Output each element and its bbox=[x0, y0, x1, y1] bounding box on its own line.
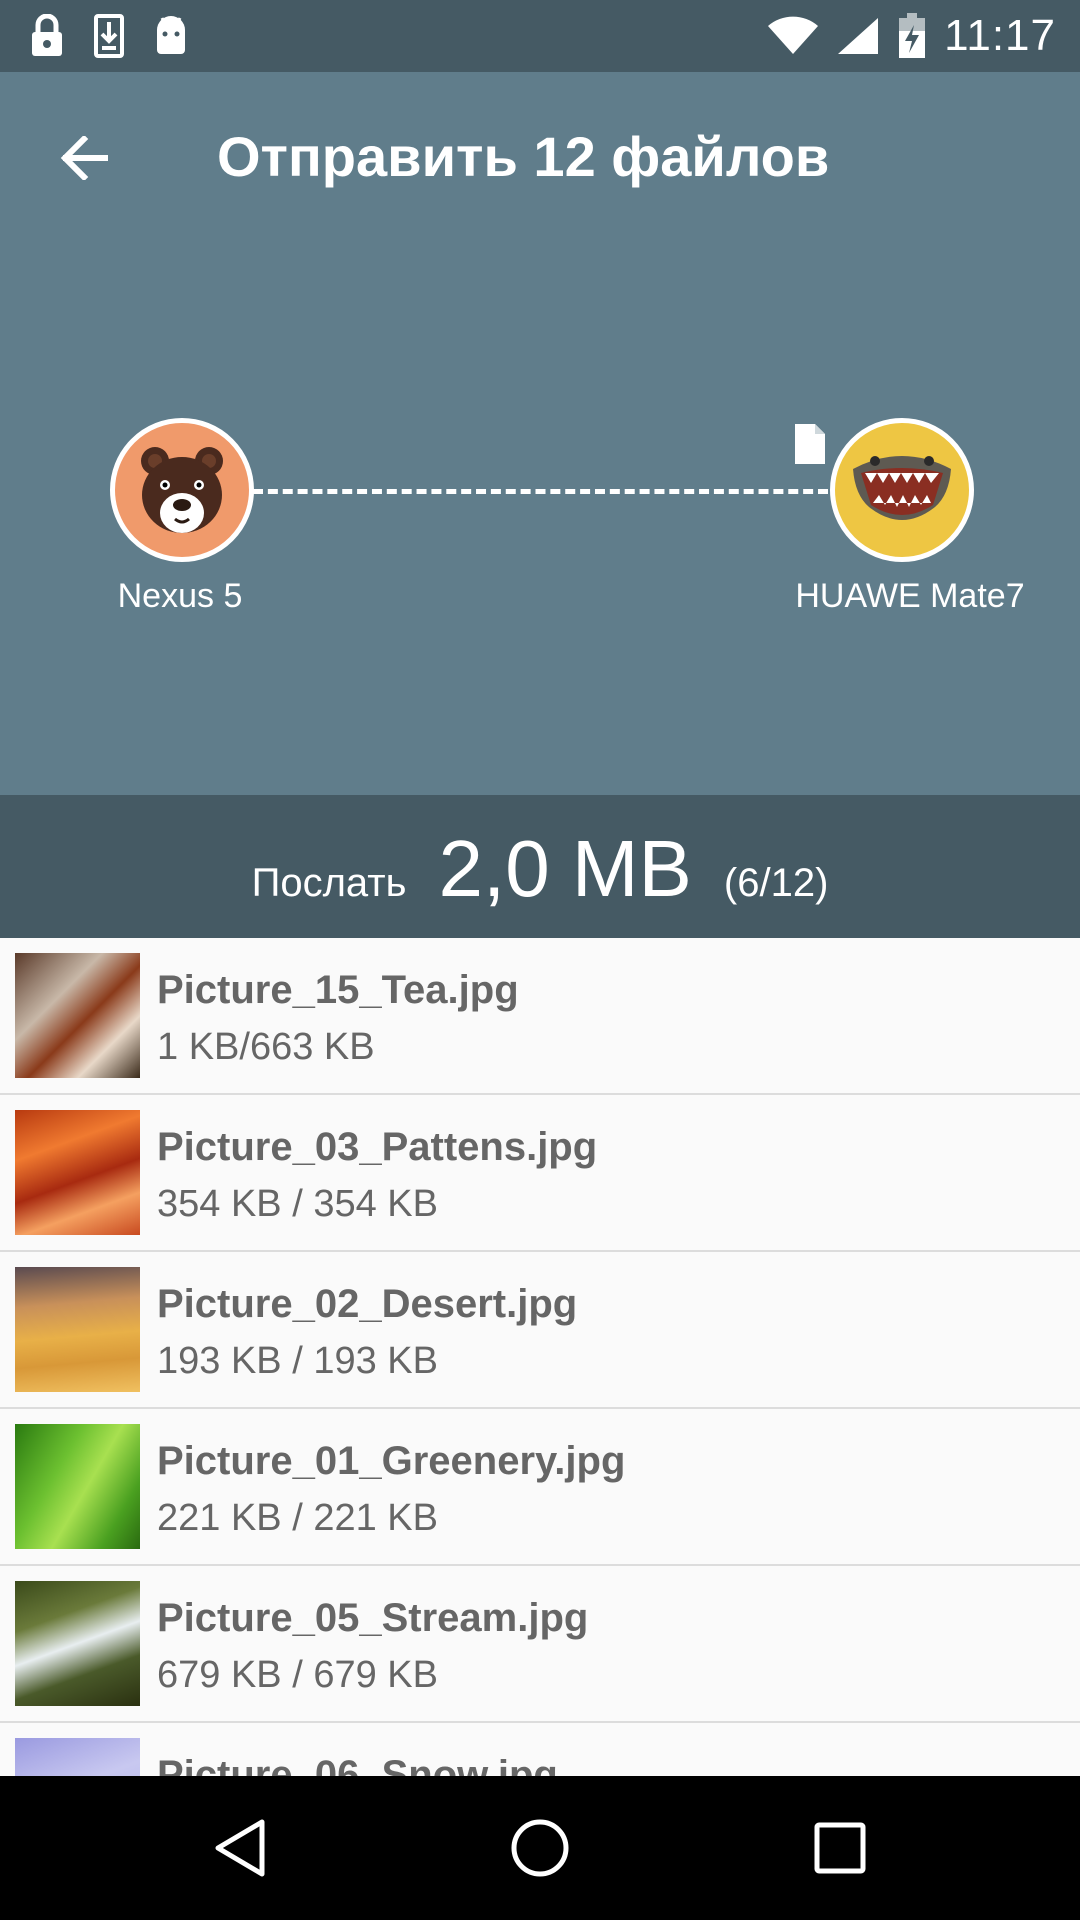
android-icon bbox=[157, 16, 185, 54]
download-icon bbox=[94, 14, 124, 58]
signal-icon bbox=[838, 18, 879, 54]
file-thumbnail bbox=[15, 953, 140, 1078]
file-progress: 221 KB / 221 KB bbox=[157, 1497, 438, 1539]
status-bar: 11:17 bbox=[0, 0, 1080, 72]
navigation-bar bbox=[0, 1776, 1080, 1920]
sender-avatar bbox=[110, 418, 254, 562]
file-progress: 679 KB / 679 KB bbox=[157, 1654, 438, 1696]
file-thumbnail bbox=[15, 1581, 140, 1706]
recents-square-icon bbox=[814, 1822, 866, 1874]
file-progress: 354 KB / 354 KB bbox=[157, 1183, 438, 1225]
back-triangle-icon bbox=[215, 1819, 265, 1877]
file-icon bbox=[795, 424, 825, 464]
list-item[interactable]: Picture_05_Stream.jpg 679 KB / 679 KB bbox=[0, 1566, 1080, 1723]
list-item[interactable]: Picture_15_Tea.jpg 1 KB/663 KB bbox=[0, 938, 1080, 1095]
transfer-header: Отправить 12 файлов Nexus 5 HUAWE Mate7 bbox=[0, 72, 1080, 795]
file-name: Picture_03_Pattens.jpg bbox=[157, 1125, 598, 1169]
file-list[interactable]: Picture_15_Tea.jpg 1 KB/663 KB Picture_0… bbox=[0, 938, 1080, 1776]
sender-device-name: Nexus 5 bbox=[117, 577, 243, 615]
list-item[interactable]: Picture_03_Pattens.jpg 354 KB / 354 KB bbox=[0, 1095, 1080, 1252]
receiver-avatar bbox=[830, 418, 974, 562]
list-item[interactable]: Picture_01_Greenery.jpg 221 KB / 221 KB bbox=[0, 1409, 1080, 1566]
file-name: Picture_06_Snow.jpg bbox=[157, 1753, 558, 1776]
notification-icons bbox=[30, 12, 188, 60]
bear-avatar-icon bbox=[141, 447, 223, 533]
file-thumbnail bbox=[15, 1424, 140, 1549]
file-progress: 193 KB / 193 KB bbox=[157, 1340, 438, 1382]
lock-icon bbox=[32, 14, 62, 56]
status-time: 11:17 bbox=[944, 11, 1056, 60]
home-circle-icon bbox=[511, 1819, 569, 1877]
transfer-summary: Послать 2,0 MB (6/12) bbox=[0, 795, 1080, 938]
summary-file-count: (6/12) bbox=[723, 861, 829, 905]
crocodile-avatar-icon bbox=[853, 456, 951, 520]
file-name: Picture_01_Greenery.jpg bbox=[157, 1439, 626, 1483]
system-icons: 11:17 bbox=[768, 0, 1056, 72]
file-thumbnail bbox=[15, 1738, 140, 1776]
nav-back-button[interactable] bbox=[204, 1812, 276, 1884]
list-item[interactable]: Picture_02_Desert.jpg 193 KB / 193 KB bbox=[0, 1252, 1080, 1409]
nav-home-button[interactable] bbox=[504, 1812, 576, 1884]
file-thumbnail bbox=[15, 1267, 140, 1392]
arrow-left-icon bbox=[60, 136, 108, 180]
battery-charging-icon bbox=[899, 13, 926, 58]
nav-recents-button[interactable] bbox=[804, 1812, 876, 1884]
summary-verb: Послать bbox=[251, 861, 407, 905]
transfer-connection-line bbox=[253, 489, 828, 494]
back-button[interactable] bbox=[48, 122, 120, 194]
file-name: Picture_02_Desert.jpg bbox=[157, 1282, 578, 1326]
file-thumbnail bbox=[15, 1110, 140, 1235]
file-progress: 1 KB/663 KB bbox=[157, 1026, 375, 1068]
list-item[interactable]: Picture_06_Snow.jpg bbox=[0, 1723, 1080, 1776]
page-title: Отправить 12 файлов bbox=[217, 125, 830, 188]
file-name: Picture_05_Stream.jpg bbox=[157, 1596, 589, 1640]
file-name: Picture_15_Tea.jpg bbox=[157, 968, 519, 1012]
wifi-icon bbox=[768, 16, 819, 54]
receiver-device-name: HUAWE Mate7 bbox=[795, 577, 1025, 615]
summary-total-size: 2,0 MB bbox=[438, 824, 692, 913]
